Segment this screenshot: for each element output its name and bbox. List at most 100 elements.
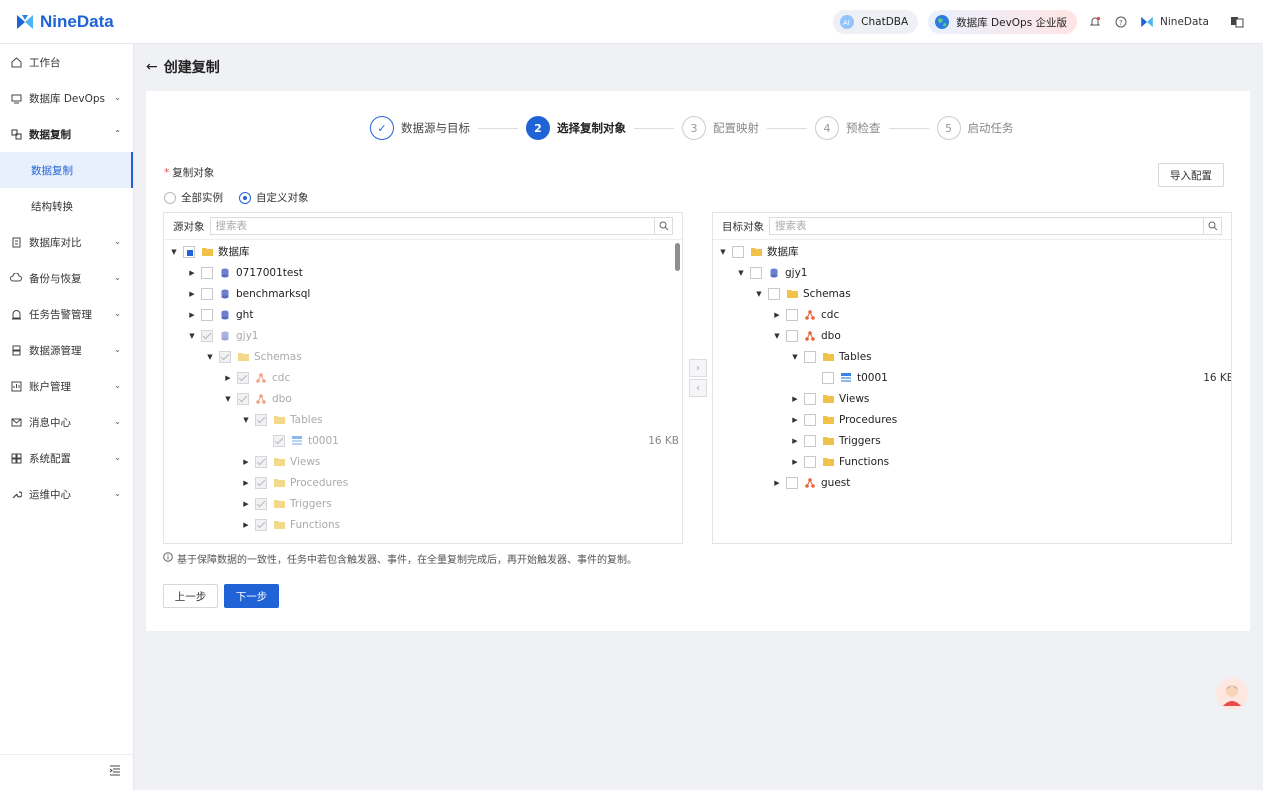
caret-right-icon[interactable]: ▶	[223, 374, 233, 382]
caret-right-icon[interactable]: ▶	[772, 479, 782, 487]
tree-row[interactable]: ▶ Functions	[790, 451, 1228, 472]
tree-checkbox[interactable]	[786, 476, 798, 489]
tree-checkbox[interactable]	[201, 308, 213, 321]
caret-down-icon[interactable]: ▼	[187, 332, 197, 340]
caret-down-icon[interactable]: ▼	[169, 248, 179, 256]
tree-checkbox[interactable]	[255, 518, 267, 531]
tree-row[interactable]: t0001 16 KB	[269, 430, 679, 451]
caret-down-icon[interactable]: ▼	[772, 332, 782, 340]
devops-edition-button[interactable]: 数据库 DevOps 企业版	[928, 10, 1078, 34]
tree-checkbox[interactable]	[804, 455, 816, 468]
move-right-button[interactable]: ›	[689, 359, 707, 377]
tree-checkbox[interactable]	[804, 392, 816, 405]
tree-row[interactable]: ▼ dbo	[772, 325, 1228, 346]
tree-checkbox[interactable]	[219, 350, 231, 363]
tree-row[interactable]: ▶ Procedures	[790, 409, 1228, 430]
move-left-button[interactable]: ‹	[689, 379, 707, 397]
back-arrow-icon[interactable]: ←	[146, 59, 158, 75]
caret-right-icon[interactable]: ▶	[790, 458, 800, 466]
caret-right-icon[interactable]: ▶	[241, 500, 251, 508]
sidebar-item-devops[interactable]: 数据库 DevOps ⌄	[0, 80, 133, 116]
tree-checkbox[interactable]	[804, 413, 816, 426]
radio-custom-objects[interactable]: 自定义对象	[239, 190, 309, 205]
tree-checkbox[interactable]	[201, 329, 213, 342]
tree-row[interactable]: ▼ Schemas	[754, 283, 1228, 304]
caret-right-icon[interactable]: ▶	[790, 395, 800, 403]
tree-row[interactable]: ▶ cdc	[223, 367, 679, 388]
caret-right-icon[interactable]: ▶	[241, 479, 251, 487]
caret-down-icon[interactable]: ▼	[241, 416, 251, 424]
tree-row[interactable]: ▶ Views	[790, 388, 1228, 409]
sidebar-item-system[interactable]: 系统配置 ⌄	[0, 440, 133, 476]
tree-row[interactable]: ▼ Tables	[790, 346, 1228, 367]
tree-row[interactable]: ▼ gjy1	[736, 262, 1228, 283]
sidebar-item-backup[interactable]: 备份与恢复 ⌄	[0, 260, 133, 296]
sidebar-subitem-replication[interactable]: 数据复制	[0, 152, 133, 188]
chatdba-button[interactable]: AI ChatDBA	[833, 10, 919, 34]
tree-checkbox[interactable]	[822, 371, 834, 384]
caret-right-icon[interactable]: ▶	[790, 416, 800, 424]
sidebar-collapse-button[interactable]	[0, 754, 133, 790]
caret-down-icon[interactable]: ▼	[223, 395, 233, 403]
tree-row[interactable]: t0001 16 KB	[818, 367, 1231, 388]
user-menu[interactable]: NineData	[1139, 14, 1209, 30]
tree-checkbox[interactable]	[237, 371, 249, 384]
tree-row[interactable]: ▶ Functions	[241, 514, 679, 535]
tree-checkbox[interactable]	[255, 497, 267, 510]
support-avatar-button[interactable]	[1216, 678, 1248, 710]
help-icon[interactable]: ?	[1113, 14, 1129, 30]
next-step-button[interactable]: 下一步	[224, 584, 279, 608]
tree-row[interactable]: ▶ Triggers	[241, 493, 679, 514]
tree-row[interactable]: ▶ Triggers	[790, 430, 1228, 451]
tree-row[interactable]: ▼ dbo	[223, 388, 679, 409]
tree-row[interactable]: ▼ gjy1	[187, 325, 679, 346]
tree-checkbox[interactable]	[255, 455, 267, 468]
caret-down-icon[interactable]: ▼	[790, 353, 800, 361]
tree-checkbox[interactable]	[183, 245, 195, 258]
tree-checkbox[interactable]	[804, 350, 816, 363]
tree-checkbox[interactable]	[786, 308, 798, 321]
caret-right-icon[interactable]: ▶	[790, 437, 800, 445]
tree-checkbox[interactable]	[201, 287, 213, 300]
sidebar-item-alerts[interactable]: 任务告警管理 ⌄	[0, 296, 133, 332]
tree-row[interactable]: ▼ Schemas	[205, 346, 679, 367]
tree-checkbox[interactable]	[732, 245, 744, 258]
tree-checkbox[interactable]	[768, 287, 780, 300]
logo[interactable]: NineData	[14, 11, 114, 33]
language-switch-icon[interactable]	[1229, 14, 1245, 30]
target-search-input[interactable]	[770, 218, 1203, 234]
source-search-input[interactable]	[210, 218, 654, 234]
notification-bell-icon[interactable]	[1087, 14, 1103, 30]
sidebar-item-workbench[interactable]: 工作台	[0, 44, 133, 80]
tree-row[interactable]: ▶ benchmarksql	[187, 283, 679, 304]
caret-down-icon[interactable]: ▼	[754, 290, 764, 298]
tree-checkbox[interactable]	[237, 392, 249, 405]
radio-all-instances[interactable]: 全部实例	[164, 190, 223, 205]
search-icon[interactable]	[1203, 218, 1221, 234]
tree-row[interactable]: ▶ Views	[241, 451, 679, 472]
caret-right-icon[interactable]: ▶	[772, 311, 782, 319]
sidebar-subitem-schema-conversion[interactable]: 结构转换	[0, 188, 133, 224]
import-config-button[interactable]: 导入配置	[1158, 163, 1224, 187]
sidebar-item-accounts[interactable]: 账户管理 ⌄	[0, 368, 133, 404]
tree-row[interactable]: ▶ guest	[772, 472, 1228, 493]
caret-right-icon[interactable]: ▶	[187, 311, 197, 319]
caret-right-icon[interactable]: ▶	[187, 290, 197, 298]
tree-row[interactable]: ▼ Tables	[241, 409, 679, 430]
tree-row[interactable]: ▼ 数据库	[718, 241, 1228, 262]
tree-checkbox[interactable]	[201, 266, 213, 279]
tree-checkbox[interactable]	[750, 266, 762, 279]
caret-right-icon[interactable]: ▶	[241, 458, 251, 466]
tree-row[interactable]: ▶ ght	[187, 304, 679, 325]
sidebar-item-ops[interactable]: 运维中心 ⌄	[0, 476, 133, 512]
sidebar-item-db-compare[interactable]: 数据库对比 ⌄	[0, 224, 133, 260]
sidebar-item-messages[interactable]: 消息中心 ⌄	[0, 404, 133, 440]
prev-step-button[interactable]: 上一步	[163, 584, 218, 608]
tree-row[interactable]: ▶ cdc	[772, 304, 1228, 325]
caret-down-icon[interactable]: ▼	[736, 269, 746, 277]
tree-checkbox[interactable]	[273, 434, 285, 447]
tree-row[interactable]: ▶ 0717001test	[187, 262, 679, 283]
sidebar-item-replication[interactable]: 数据复制 ⌃	[0, 116, 133, 152]
caret-down-icon[interactable]: ▼	[718, 248, 728, 256]
search-icon[interactable]	[654, 218, 672, 234]
